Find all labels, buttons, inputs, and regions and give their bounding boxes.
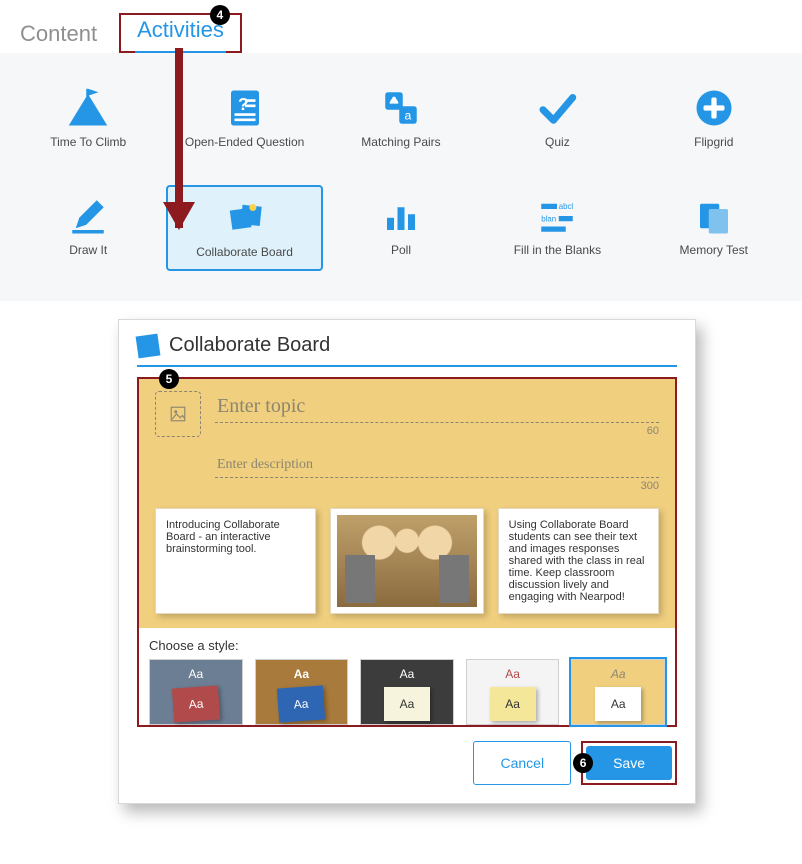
fill-blanks-icon: abclblan bbox=[536, 195, 578, 237]
save-button[interactable]: Save bbox=[586, 746, 672, 780]
topic-char-limit: 60 bbox=[215, 425, 659, 437]
style-swatch-5[interactable]: AaAa bbox=[571, 659, 665, 725]
activity-label: Collaborate Board bbox=[196, 245, 293, 259]
style-label: Choose a style: bbox=[149, 638, 665, 653]
step-badge-4: 4 bbox=[210, 5, 230, 25]
bar-chart-icon bbox=[380, 195, 422, 237]
style-swatch-1[interactable]: AaAa bbox=[149, 659, 243, 725]
cards-icon bbox=[693, 195, 735, 237]
activities-panel: Time To Climb ? Open-Ended Question a Ma… bbox=[0, 53, 802, 301]
save-highlight: 6 Save bbox=[581, 741, 677, 785]
activity-label: Open-Ended Question bbox=[185, 135, 304, 149]
collaborate-board-panel: Collaborate Board 5 Enter topic 60 Enter… bbox=[118, 319, 696, 804]
svg-text:a: a bbox=[404, 108, 411, 122]
annotation-arrow bbox=[175, 48, 183, 228]
activity-matching-pairs[interactable]: a Matching Pairs bbox=[323, 77, 479, 159]
tab-bar: Content Activities 4 bbox=[0, 0, 802, 53]
style-swatch-4[interactable]: AaAa bbox=[466, 659, 560, 725]
activities-grid: Time To Climb ? Open-Ended Question a Ma… bbox=[10, 77, 792, 271]
activity-time-to-climb[interactable]: Time To Climb bbox=[10, 77, 166, 159]
board-editor: Enter topic 60 Enter description 300 Int… bbox=[139, 379, 675, 628]
sample-card-detail[interactable]: Using Collaborate Board students can see… bbox=[498, 508, 659, 614]
topic-input[interactable]: Enter topic bbox=[215, 391, 659, 423]
activity-label: Memory Test bbox=[680, 243, 748, 257]
activity-label: Flipgrid bbox=[694, 135, 733, 149]
activity-label: Fill in the Blanks bbox=[514, 243, 601, 257]
activity-poll[interactable]: Poll bbox=[323, 185, 479, 271]
sample-card-photo[interactable] bbox=[330, 508, 483, 614]
activity-label: Quiz bbox=[545, 135, 570, 149]
svg-text:abcl: abcl bbox=[559, 202, 574, 211]
modal-footer: Cancel 6 Save bbox=[137, 741, 677, 785]
board-config-area: 5 Enter topic 60 Enter description 300 I… bbox=[137, 377, 677, 727]
sample-card-intro[interactable]: Introducing Collaborate Board - an inter… bbox=[155, 508, 316, 614]
activity-memory-test[interactable]: Memory Test bbox=[636, 185, 792, 271]
mountain-flag-icon bbox=[67, 87, 109, 129]
activity-draw-it[interactable]: Draw It bbox=[10, 185, 166, 271]
image-upload-slot[interactable] bbox=[155, 391, 201, 437]
activity-open-ended[interactable]: ? Open-Ended Question bbox=[166, 77, 322, 159]
description-input[interactable]: Enter description bbox=[215, 453, 659, 478]
step-badge-5: 5 bbox=[159, 369, 179, 389]
check-icon bbox=[536, 87, 578, 129]
tab-content[interactable]: Content bbox=[18, 15, 99, 53]
activity-fill-blanks[interactable]: abclblan Fill in the Blanks bbox=[479, 185, 635, 271]
collaborate-board-icon bbox=[136, 333, 161, 358]
step-badge-6: 6 bbox=[573, 753, 593, 773]
modal-title: Collaborate Board bbox=[169, 334, 330, 357]
sticky-notes-icon bbox=[224, 197, 266, 239]
plus-circle-icon bbox=[693, 87, 735, 129]
style-swatch-2[interactable]: AaAa bbox=[255, 659, 349, 725]
style-swatch-3[interactable]: AaAa bbox=[360, 659, 454, 725]
activity-quiz[interactable]: Quiz bbox=[479, 77, 635, 159]
activity-label: Matching Pairs bbox=[361, 135, 440, 149]
tab-activities-highlight: Activities 4 bbox=[119, 13, 242, 53]
students-photo bbox=[337, 515, 476, 607]
matching-pairs-icon: a bbox=[380, 87, 422, 129]
question-doc-icon: ? bbox=[224, 87, 266, 129]
style-chooser: Choose a style: AaAa AaAa AaAa AaAa AaAa bbox=[139, 628, 675, 725]
svg-text:blan: blan bbox=[542, 214, 557, 223]
modal-header: Collaborate Board bbox=[137, 334, 677, 367]
sample-cards: Introducing Collaborate Board - an inter… bbox=[155, 508, 659, 614]
activity-label: Poll bbox=[391, 243, 411, 257]
svg-text:?: ? bbox=[238, 94, 249, 114]
pencil-icon bbox=[67, 195, 109, 237]
image-icon bbox=[169, 405, 187, 423]
activity-label: Time To Climb bbox=[50, 135, 126, 149]
description-char-limit: 300 bbox=[215, 480, 659, 492]
activity-flipgrid[interactable]: Flipgrid bbox=[636, 77, 792, 159]
activity-label: Draw It bbox=[69, 243, 107, 257]
cancel-button[interactable]: Cancel bbox=[473, 741, 571, 785]
